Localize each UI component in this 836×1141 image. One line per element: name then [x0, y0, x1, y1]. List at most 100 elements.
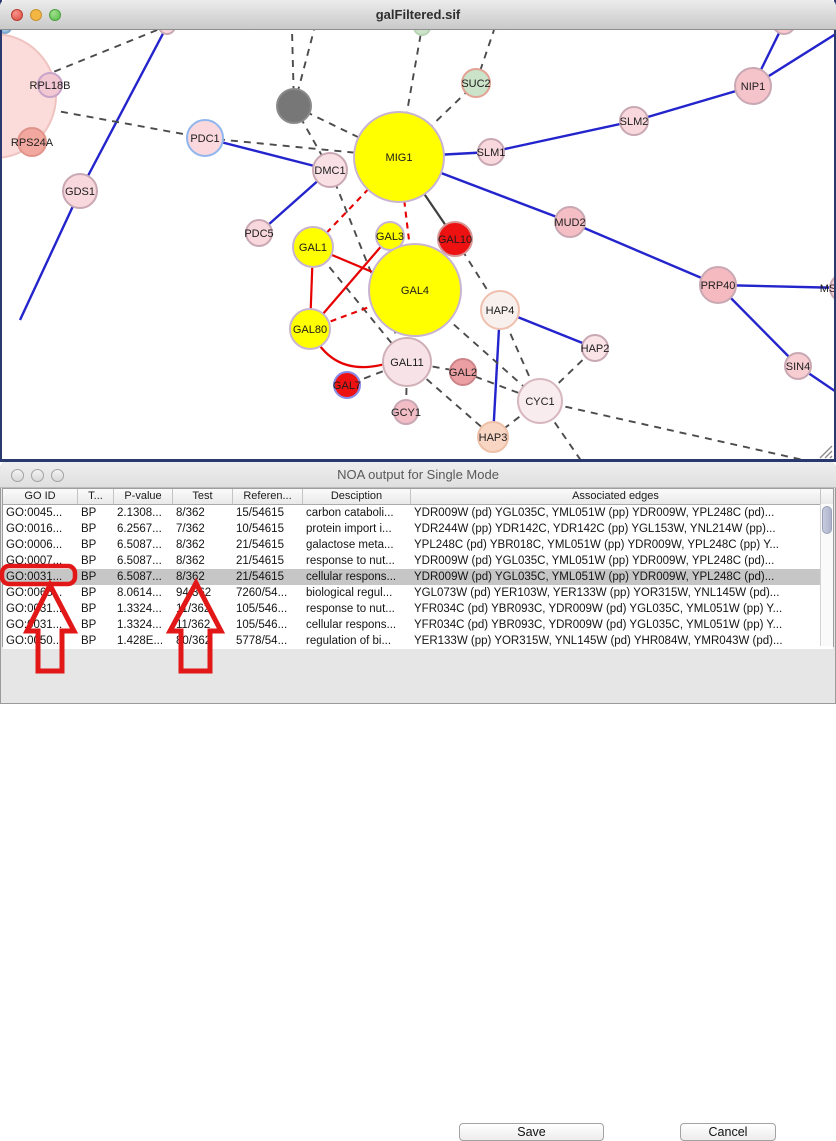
node-label-NIP1: NIP1: [741, 81, 765, 93]
cell: 6.5087...: [114, 553, 173, 569]
table-row[interactable]: GO:0065...BP8.0614...94/3627260/54...bio…: [3, 585, 833, 601]
table-row[interactable]: GO:0045...BP2.1308...8/36215/54615carbon…: [3, 505, 833, 521]
node-frag-corner[interactable]: [2, 30, 11, 33]
cell: BP: [78, 537, 114, 553]
cell: GO:0045...: [3, 505, 78, 521]
cell: YFR034C (pd) YBR093C, YDR009W (pd) YGL03…: [411, 617, 821, 633]
node-label-GDS1: GDS1: [65, 186, 95, 198]
cell: YPL248C (pd) YBR018C, YML051W (pp) YDR00…: [411, 537, 821, 553]
table-row[interactable]: GO:0031...BP1.3324...11/362105/546...res…: [3, 601, 833, 617]
cell: 6.5087...: [114, 569, 173, 585]
network-canvas[interactable]: RPL18BRPS24AGDS1PDC1DMC1MIG1SUC2SLM1SLM2…: [2, 30, 834, 459]
cell: BP: [78, 569, 114, 585]
node-label-MUD2: MUD2: [554, 217, 585, 229]
node-label-SUC2: SUC2: [461, 78, 490, 90]
cell: 1.3324...: [114, 617, 173, 633]
resize-grip[interactable]: [820, 446, 832, 458]
cell: cellular respons...: [303, 617, 411, 633]
table-row[interactable]: GO:0006...BP6.5087...8/36221/54615galact…: [3, 537, 833, 553]
cell: 8/362: [173, 553, 233, 569]
cell: GO:0016...: [3, 521, 78, 537]
cell: YGL073W (pd) YER103W, YER133W (pp) YOR31…: [411, 585, 821, 601]
noa-titlebar[interactable]: NOA output for Single Mode: [0, 462, 836, 488]
cell: YER133W (pp) YOR315W, YNL145W (pd) YHR08…: [411, 633, 821, 649]
edge-blue[interactable]: [205, 138, 330, 170]
cell: 21/54615: [233, 553, 303, 569]
node-frag-top-3[interactable]: [773, 30, 795, 34]
edge-blue[interactable]: [20, 191, 80, 320]
cancel-button[interactable]: Cancel: [680, 1123, 776, 1141]
table-row[interactable]: GO:0016...BP6.2567...7/36210/54615protei…: [3, 521, 833, 537]
cell: BP: [78, 505, 114, 521]
cell: BP: [78, 601, 114, 617]
cell: response to nut...: [303, 553, 411, 569]
cell: BP: [78, 553, 114, 569]
cell: protein import i...: [303, 521, 411, 537]
node-label-DMC1: DMC1: [314, 165, 345, 177]
cell: BP: [78, 585, 114, 601]
network-window: RPL18BRPS24AGDS1PDC1DMC1MIG1SUC2SLM1SLM2…: [0, 0, 836, 462]
column-header-5[interactable]: Desciption: [303, 489, 411, 504]
table-row[interactable]: GO:0031...BP1.3324...11/362105/546...cel…: [3, 617, 833, 633]
column-header-1[interactable]: T...: [78, 489, 114, 504]
node-label-GAL11: GAL11: [390, 357, 423, 369]
node-label-GAL10: GAL10: [438, 234, 472, 246]
cell: 6.5087...: [114, 537, 173, 553]
column-header-0[interactable]: GO ID: [3, 489, 78, 504]
main-titlebar[interactable]: galFiltered.sif: [0, 0, 836, 30]
node-label-GCY1: GCY1: [391, 407, 421, 419]
cell: GO:0031...: [3, 569, 78, 585]
column-header-3[interactable]: Test: [173, 489, 233, 504]
node-label-GAL2: GAL2: [449, 367, 477, 379]
node-label-PDC1: PDC1: [190, 133, 219, 145]
edge-blue[interactable]: [570, 222, 718, 285]
node-frag-top-2[interactable]: [414, 30, 430, 35]
node-label-MIG1: MIG1: [386, 152, 413, 164]
table-row[interactable]: GO:0007...BP6.5087...8/36221/54615respon…: [3, 553, 833, 569]
cell: GO:0031...: [3, 617, 78, 633]
cell: 94/362: [173, 585, 233, 601]
node-label-RPS24A: RPS24A: [11, 137, 54, 149]
node-label-GAL1: GAL1: [299, 242, 327, 254]
cell: 105/546...: [233, 617, 303, 633]
node-label-GAL80: GAL80: [293, 324, 327, 336]
node-frag-top-1[interactable]: [159, 30, 175, 34]
cell: galactose meta...: [303, 537, 411, 553]
node-gray-node[interactable]: [277, 89, 311, 123]
noa-window-title: NOA output for Single Mode: [0, 467, 836, 482]
edge-dash[interactable]: [540, 401, 834, 459]
cell: response to nut...: [303, 601, 411, 617]
cell: 8/362: [173, 505, 233, 521]
node-label-SIN4: SIN4: [786, 361, 810, 373]
node-label-CYC1: CYC1: [525, 396, 554, 408]
cell: 80/362: [173, 633, 233, 649]
cell: 105/546...: [233, 601, 303, 617]
column-header-6[interactable]: Associated edges: [411, 489, 821, 504]
cell: carbon cataboli...: [303, 505, 411, 521]
scrollbar-thumb[interactable]: [822, 506, 832, 534]
table-row[interactable]: GO:0050...BP1.428E...80/3625778/54...reg…: [3, 633, 833, 649]
cell: 1.428E...: [114, 633, 173, 649]
node-label-SLM2: SLM2: [620, 116, 649, 128]
node-label-PDC5: PDC5: [244, 228, 273, 240]
node-label-GAL3: GAL3: [376, 231, 404, 243]
cell: YDR009W (pd) YGL035C, YML051W (pp) YDR00…: [411, 553, 821, 569]
table-header: GO IDT...P-valueTestReferen...Desciption…: [3, 489, 833, 505]
cell: BP: [78, 633, 114, 649]
edge-blue[interactable]: [491, 121, 634, 152]
save-button[interactable]: Save: [459, 1123, 604, 1141]
cell: 21/54615: [233, 569, 303, 585]
table-row[interactable]: GO:0031...BP6.5087...8/36221/54615cellul…: [3, 569, 833, 585]
window-title: galFiltered.sif: [0, 7, 836, 22]
cell: 6.2567...: [114, 521, 173, 537]
cell: 7/362: [173, 521, 233, 537]
column-header-2[interactable]: P-value: [114, 489, 173, 504]
cell: YDR244W (pp) YDR142C, YDR142C (pp) YGL15…: [411, 521, 821, 537]
cell: 8/362: [173, 537, 233, 553]
column-header-4[interactable]: Referen...: [233, 489, 303, 504]
node-label-MS-clipped: MS: [820, 283, 834, 295]
cell: YFR034C (pd) YBR093C, YDR009W (pd) YGL03…: [411, 601, 821, 617]
vertical-scrollbar[interactable]: [820, 504, 833, 646]
edge-blue[interactable]: [80, 30, 167, 191]
cell: 10/54615: [233, 521, 303, 537]
